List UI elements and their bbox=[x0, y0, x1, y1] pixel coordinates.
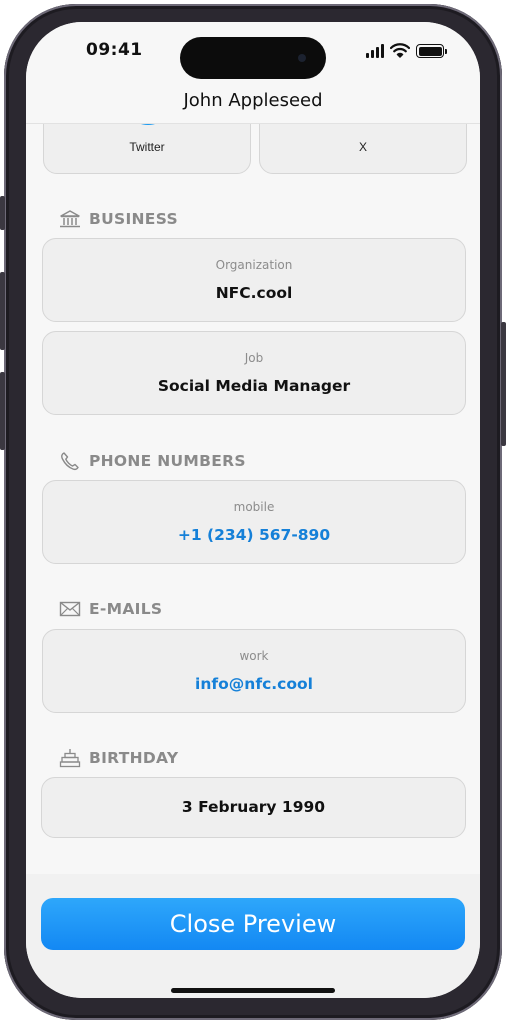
social-label-twitter: Twitter bbox=[129, 140, 165, 154]
cake-icon bbox=[59, 749, 81, 768]
section-title-business: BUSINESS bbox=[89, 210, 178, 228]
status-icons bbox=[366, 42, 447, 58]
field-value-birthday: 3 February 1990 bbox=[181, 798, 326, 816]
contact-preview-content: Twitter X BUSINESS Organization NFC.cool… bbox=[26, 22, 480, 998]
section-title-phone: PHONE NUMBERS bbox=[89, 452, 246, 470]
section-title-birthday: BIRTHDAY bbox=[89, 749, 179, 767]
nav-header: John Appleseed bbox=[26, 86, 480, 124]
field-label-work: work bbox=[239, 649, 269, 663]
volume-down-button bbox=[0, 372, 5, 450]
bank-icon bbox=[60, 210, 80, 228]
battery-icon bbox=[416, 44, 447, 58]
wifi-icon bbox=[390, 43, 410, 58]
field-card-work-email[interactable]: work info@nfc.cool bbox=[42, 629, 466, 713]
dynamic-island bbox=[180, 37, 326, 79]
field-card-job[interactable]: Job Social Media Manager bbox=[42, 331, 466, 415]
field-card-organization[interactable]: Organization NFC.cool bbox=[42, 238, 466, 322]
envelope-icon bbox=[59, 601, 81, 617]
volume-up-button bbox=[0, 272, 5, 350]
field-label-mobile: mobile bbox=[233, 500, 275, 514]
action-button bbox=[0, 196, 5, 230]
contact-name-title: John Appleseed bbox=[183, 90, 323, 111]
phone-icon bbox=[61, 452, 79, 471]
status-time: 09:41 bbox=[86, 40, 143, 60]
email-link[interactable]: info@nfc.cool bbox=[43, 675, 465, 693]
power-button bbox=[501, 322, 506, 446]
screen: Twitter X BUSINESS Organization NFC.cool… bbox=[26, 22, 480, 998]
field-card-mobile[interactable]: mobile +1 (234) 567-890 bbox=[42, 480, 466, 564]
section-header-business: BUSINESS bbox=[59, 208, 178, 230]
social-label-x: X bbox=[358, 140, 367, 154]
close-preview-button[interactable]: Close Preview bbox=[41, 898, 465, 950]
front-camera-icon bbox=[298, 54, 306, 62]
field-value-organization: NFC.cool bbox=[215, 284, 293, 302]
field-label-job: Job bbox=[244, 351, 264, 365]
field-label-organization: Organization bbox=[215, 258, 293, 272]
section-title-emails: E-MAILS bbox=[89, 600, 163, 618]
field-card-birthday[interactable]: 3 February 1990 bbox=[41, 777, 466, 838]
home-indicator[interactable] bbox=[171, 988, 335, 993]
cellular-signal-icon bbox=[366, 44, 384, 58]
section-header-phone: PHONE NUMBERS bbox=[59, 450, 246, 472]
field-value-job: Social Media Manager bbox=[157, 377, 351, 395]
status-bar: 09:41 bbox=[26, 22, 480, 88]
phone-number-link[interactable]: +1 (234) 567-890 bbox=[43, 526, 465, 544]
section-header-birthday: BIRTHDAY bbox=[59, 747, 178, 769]
section-header-emails: E-MAILS bbox=[59, 598, 162, 620]
